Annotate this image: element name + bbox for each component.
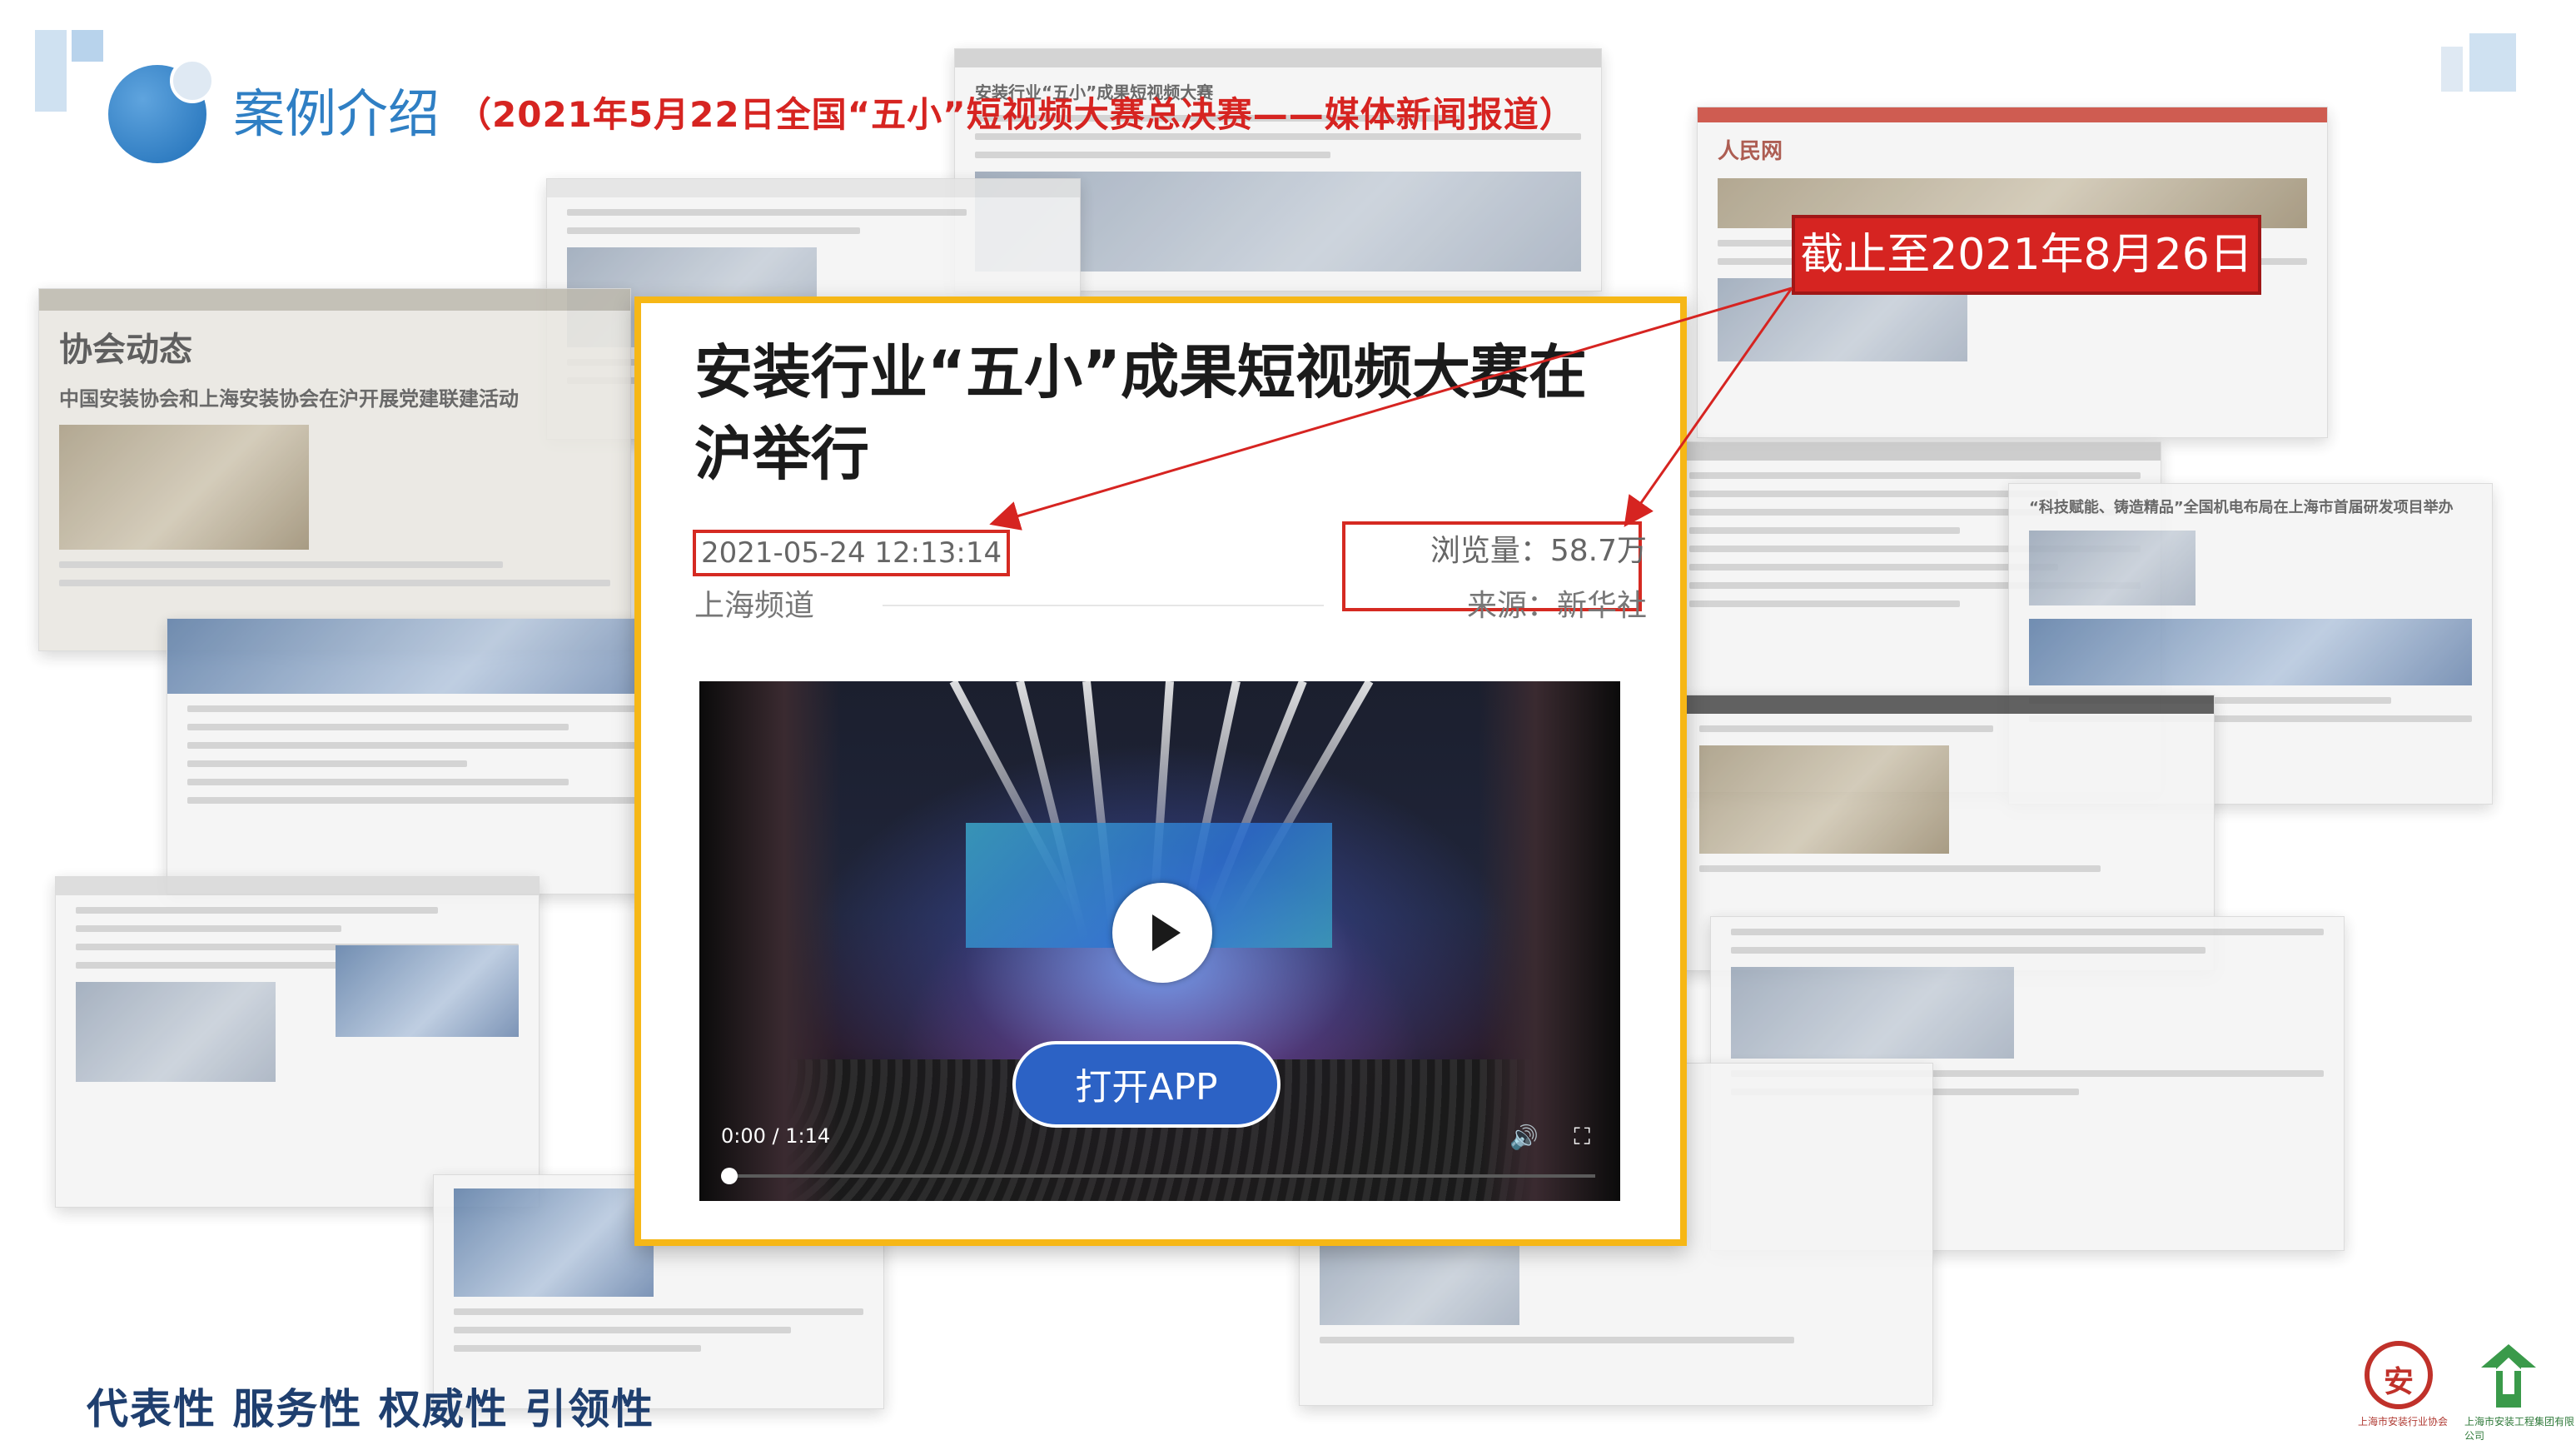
association-logo: 安 — [2365, 1341, 2433, 1409]
callout-arrow-to-views — [1624, 287, 1793, 527]
company-logo-caption: 上海市安装工程集团有限公司 — [2464, 1416, 2575, 1442]
callout-arrow-to-datetime — [989, 287, 1793, 531]
association-logo-caption: 上海市安装行业协会 — [2358, 1416, 2449, 1428]
footer-slogan: 代表性 服务性 权威性 引领性 — [87, 1385, 655, 1433]
callout-arrows — [989, 287, 1793, 531]
company-logo — [2481, 1344, 2536, 1408]
